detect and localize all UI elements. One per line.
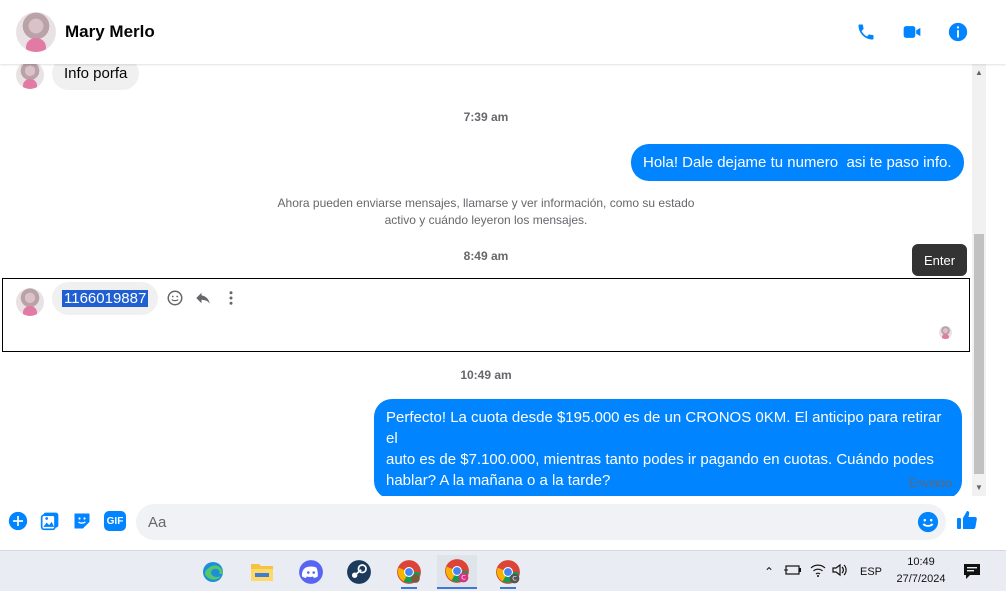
scroll-down-arrow[interactable]: ▼ xyxy=(975,483,983,492)
gif-icon[interactable]: GIF xyxy=(104,511,126,531)
timestamp: 8:49 am xyxy=(463,249,509,263)
composer: GIF xyxy=(0,496,1006,550)
windows-taskbar: C C ⌃ ESP 10:49 27/7/2024 xyxy=(0,550,1006,591)
edge-icon[interactable] xyxy=(193,555,233,589)
sticker-icon[interactable] xyxy=(72,511,92,531)
outgoing-message[interactable]: Hola! Dale dejame tu numero asi te paso … xyxy=(631,144,964,181)
system-notice: Ahora pueden enviarse mensajes, llamarse… xyxy=(256,195,716,229)
react-emoji-icon[interactable] xyxy=(166,289,184,307)
emoji-icon[interactable] xyxy=(916,510,940,534)
message-input-box[interactable] xyxy=(136,504,946,540)
system-tray: ⌃ ESP xyxy=(760,551,882,592)
scroll-up-arrow[interactable]: ▲ xyxy=(975,68,983,77)
info-icon[interactable] xyxy=(946,20,970,44)
message-text: Info porfa xyxy=(64,65,128,82)
message-text: Hola! Dale dejame tu numero asi te paso … xyxy=(643,154,952,171)
svg-text:C: C xyxy=(461,574,466,582)
battery-icon[interactable] xyxy=(784,564,802,579)
image-icon[interactable] xyxy=(40,511,60,531)
seen-avatar xyxy=(939,326,952,339)
discord-icon[interactable] xyxy=(291,555,331,589)
notifications-icon[interactable] xyxy=(962,562,982,585)
contact-name[interactable]: Mary Merlo xyxy=(65,22,155,42)
chevron-up-icon[interactable]: ⌃ xyxy=(760,565,778,579)
plus-icon[interactable] xyxy=(8,511,28,531)
scrollbar[interactable]: ▲ ▼ xyxy=(972,64,986,496)
clock-time: 10:49 xyxy=(907,556,935,568)
composer-tools: GIF xyxy=(8,511,126,531)
reply-icon[interactable] xyxy=(194,289,212,307)
enter-tooltip: Enter xyxy=(912,244,967,276)
system-notice-line: activo y cuándo leyeron los mensajes. xyxy=(384,213,588,227)
message-text-line: hablar? A la mañana o a la tarde? xyxy=(386,472,611,489)
message-input[interactable] xyxy=(148,513,908,531)
like-icon[interactable] xyxy=(955,508,979,532)
clock[interactable]: 10:49 27/7/2024 xyxy=(888,554,954,588)
outgoing-message[interactable]: Perfecto! La cuota desde $195.000 es de … xyxy=(374,399,962,499)
clock-date: 27/7/2024 xyxy=(896,573,946,585)
contact-avatar[interactable] xyxy=(16,12,56,52)
message-avatar[interactable] xyxy=(16,288,44,316)
video-icon[interactable] xyxy=(900,20,924,44)
scrollbar-thumb[interactable] xyxy=(974,234,984,474)
header-actions xyxy=(854,20,970,44)
delivery-status: Enviado xyxy=(908,476,952,490)
message-text-line: auto es de $7.100.000, mientras tanto po… xyxy=(386,451,934,468)
language-indicator[interactable]: ESP xyxy=(860,566,882,578)
svg-text:C: C xyxy=(512,575,517,583)
messenger-window: Mary Merlo Info porfa 7:39 am Hola! Dale… xyxy=(0,0,1006,550)
message-list[interactable]: Info porfa 7:39 am Hola! Dale dejame tu … xyxy=(0,57,972,499)
wifi-icon[interactable] xyxy=(810,563,826,580)
incoming-message[interactable]: 1166019887 xyxy=(52,282,159,315)
more-options-icon[interactable] xyxy=(222,289,240,307)
phone-icon[interactable] xyxy=(854,20,878,44)
message-text[interactable]: 1166019887 xyxy=(62,290,149,307)
chrome-icon[interactable] xyxy=(389,555,429,589)
chat-header: Mary Merlo xyxy=(0,0,1006,64)
steam-icon[interactable] xyxy=(339,555,379,589)
timestamp: 7:39 am xyxy=(463,110,509,124)
message-text-line: Perfecto! La cuota desde $195.000 es de … xyxy=(386,409,942,447)
file-explorer-icon[interactable] xyxy=(242,555,282,589)
volume-icon[interactable] xyxy=(832,563,848,580)
chrome-profile-icon[interactable]: C xyxy=(488,555,528,589)
message-avatar[interactable] xyxy=(16,61,44,89)
gif-label: GIF xyxy=(106,515,124,527)
system-notice-line: Ahora pueden enviarse mensajes, llamarse… xyxy=(277,196,695,210)
timestamp: 10:49 am xyxy=(460,368,512,382)
chrome-profile-icon[interactable]: C xyxy=(437,555,477,589)
message-actions xyxy=(166,289,240,307)
